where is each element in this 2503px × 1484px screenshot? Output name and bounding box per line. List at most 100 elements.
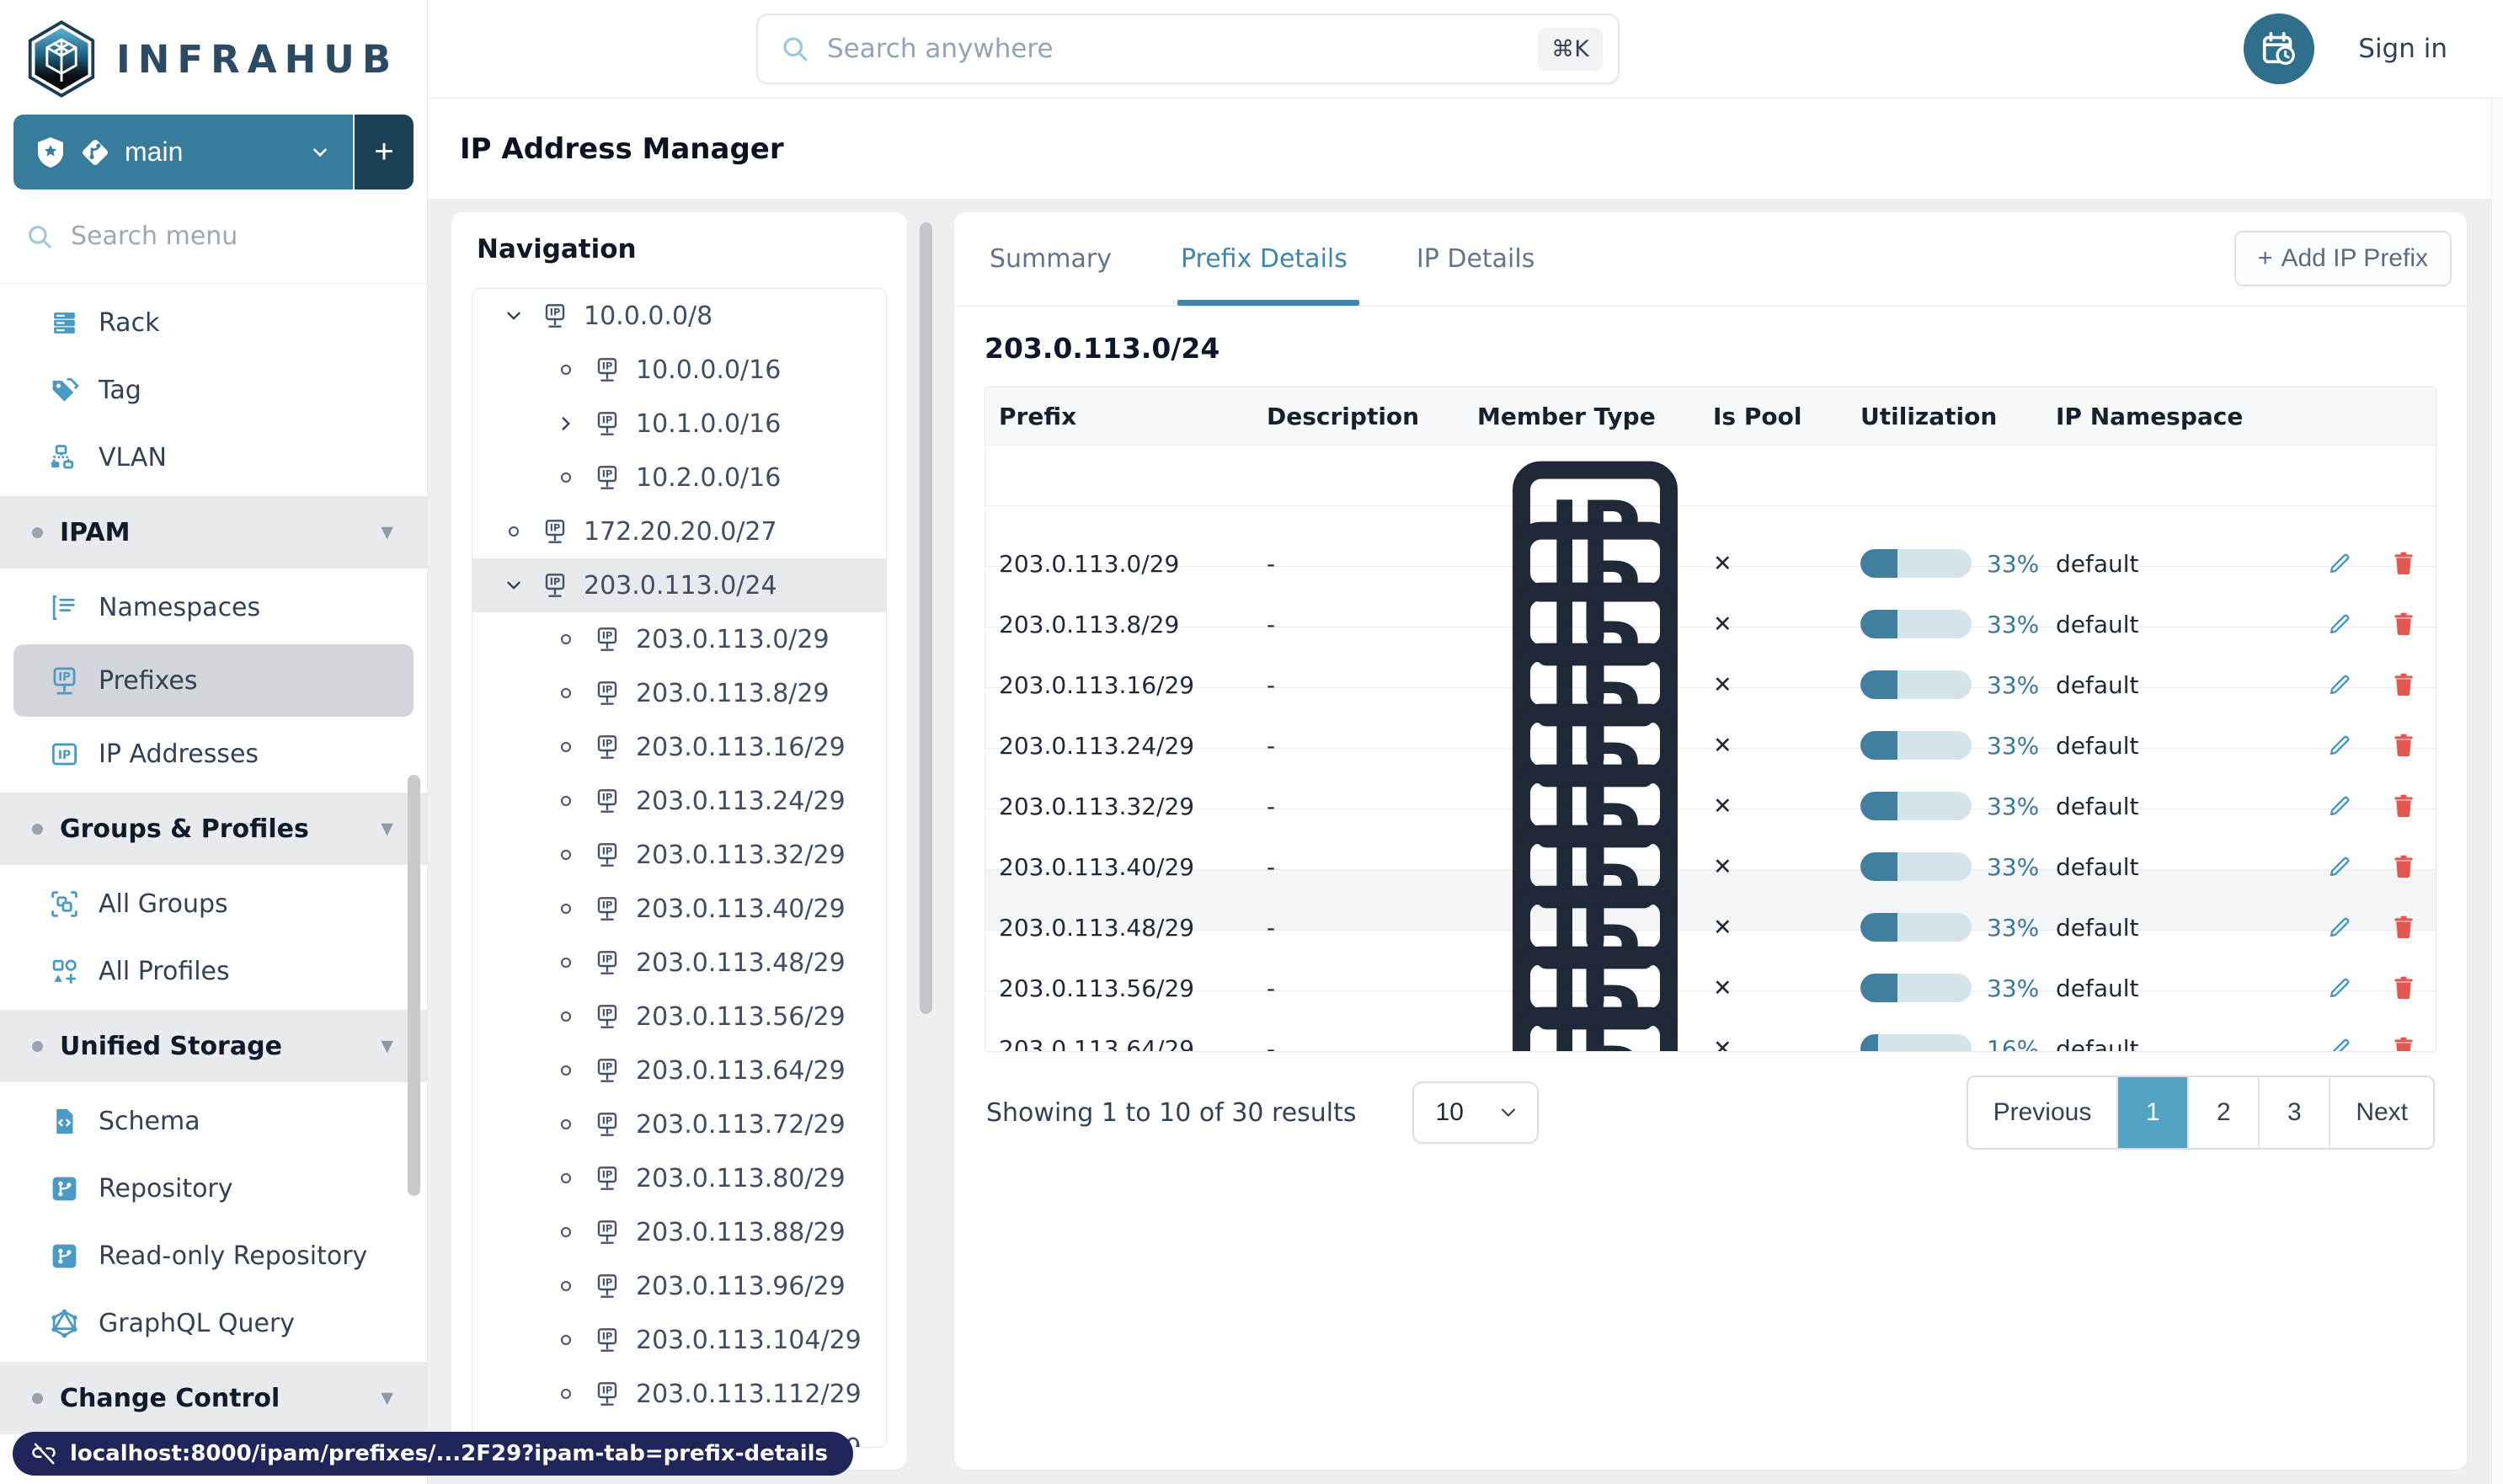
sidebar-search-input[interactable]: Search menu [0,190,427,284]
chevron-down-icon[interactable] [501,574,526,596]
sidebar-item-schema[interactable]: Schema [0,1087,427,1155]
sidebar-item-tag[interactable]: Tag [0,356,427,424]
global-search-input[interactable]: Search anywhere ⌘K [756,13,1620,84]
delete-icon[interactable] [2390,732,2417,759]
edit-icon[interactable] [2326,853,2353,880]
delete-icon[interactable] [2390,671,2417,698]
tree-item-10-0-0-0-8[interactable]: IP 10.0.0.0/8 [472,289,886,343]
sidebar-section-groups-profiles[interactable]: Groups & Profiles ▼ [0,793,427,865]
tree-item-10-2-0-0-16[interactable]: IP 10.2.0.0/16 [472,451,886,504]
tree-item-203-0-113-8-29[interactable]: IP 203.0.113.8/29 [472,666,886,720]
sidebar-item-ip-addresses[interactable]: IP IP Addresses [0,720,427,787]
sidebar-item-namespaces[interactable]: Namespaces [0,574,427,641]
tree-item-203-0-113-72-29[interactable]: IP 203.0.113.72/29 [472,1097,886,1151]
delete-icon[interactable] [2390,974,2417,1001]
tree-item-label: 172.20.20.0/27 [584,516,777,547]
delete-icon[interactable] [2390,611,2417,638]
tree-item-203-0-113-64-29[interactable]: IP 203.0.113.64/29 [472,1044,886,1097]
sidebar-section-change-control[interactable]: Change Control ▼ [0,1362,427,1434]
utilization-percent: 33% [1987,731,2040,760]
tree-item-label: 203.0.113.112/29 [636,1379,862,1409]
delete-icon[interactable] [2390,550,2417,577]
tree-item-203-0-113-80-29[interactable]: IP 203.0.113.80/29 [472,1151,886,1205]
delete-icon[interactable] [2390,853,2417,880]
next-page-button[interactable]: Next [2329,1077,2433,1148]
page-button-2[interactable]: 2 [2187,1077,2259,1148]
edit-icon[interactable] [2326,793,2353,819]
tree-item-203-0-113-0-29[interactable]: IP 203.0.113.0/29 [472,612,886,666]
delete-icon[interactable] [2390,1035,2417,1052]
rack-icon [49,307,80,339]
navigation-scrollbar-thumb[interactable] [920,222,932,1014]
delete-icon[interactable] [2390,914,2417,941]
sidebar-section-unified-storage[interactable]: Unified Storage ▼ [0,1010,427,1082]
page-button-1[interactable]: 1 [2116,1077,2188,1148]
edit-icon[interactable] [2326,1035,2353,1052]
page-button-3[interactable]: 3 [2258,1077,2330,1148]
tree-item-203-0-113-0-24[interactable]: IP 203.0.113.0/24 [472,558,886,612]
sidebar-item-label: GraphQL Query [99,1308,296,1338]
previous-page-button[interactable]: Previous [1967,1077,2117,1148]
sidebar-item-read-only-repository[interactable]: Read-only Repository [0,1222,427,1289]
edit-icon[interactable] [2326,974,2353,1001]
chevron-down-icon[interactable] [501,305,526,327]
tree-item-203-0-113-104-29[interactable]: IP 203.0.113.104/29 [472,1313,886,1367]
schedule-avatar-button[interactable] [2244,13,2315,84]
tab-summary[interactable]: Summary [990,212,1112,306]
branch-selector[interactable]: main [13,115,353,190]
utilization-bar [1860,852,1972,881]
tree-item-172-20-20-0-27[interactable]: IP 172.20.20.0/27 [472,504,886,558]
sign-in-link[interactable]: Sign in [2358,34,2447,64]
edit-icon[interactable] [2326,550,2353,577]
edit-icon[interactable] [2326,732,2353,759]
cell-description: - [1267,549,1276,578]
tab-prefix-details[interactable]: Prefix Details [1177,212,1359,306]
svg-text:IP: IP [1549,1030,1641,1053]
tree-item-203-0-113-40-29[interactable]: IP 203.0.113.40/29 [472,882,886,936]
edit-icon[interactable] [2326,914,2353,941]
sidebar-item-all-profiles[interactable]: All Profiles [0,937,427,1005]
sidebar-section-ipam[interactable]: IPAM ▼ [0,496,427,569]
tree-item-label: 203.0.113.96/29 [636,1271,846,1301]
sidebar-item-rack[interactable]: Rack [0,289,427,356]
table-row-203-0-113-0-29[interactable]: 203.0.113.0/29 - IP ✕ 33% default [985,445,2436,666]
prefix-icon: IP [594,787,621,814]
tree-item-203-0-113-32-29[interactable]: IP 203.0.113.32/29 [472,828,886,882]
tree-item-203-0-113-96-29[interactable]: IP 203.0.113.96/29 [472,1259,886,1313]
page-size-select[interactable]: 10 [1412,1081,1539,1144]
add-ip-prefix-button[interactable]: + Add IP Prefix [2233,231,2452,286]
infrahub-logo[interactable]: INFRAHUB [0,0,427,115]
sidebar-item-graphql-query[interactable]: GraphQL Query [0,1289,427,1357]
utilization-percent: 33% [1987,974,2040,1002]
tree-item-203-0-113-16-29[interactable]: IP 203.0.113.16/29 [472,720,886,774]
page-scrollbar[interactable] [2491,99,2503,1484]
edit-icon[interactable] [2326,611,2353,638]
tree-item-203-0-113-56-29[interactable]: IP 203.0.113.56/29 [472,990,886,1044]
navigation-scrollbar[interactable] [918,212,935,1470]
tree-item-203-0-113-48-29[interactable]: IP 203.0.113.48/29 [472,936,886,990]
tree-item-203-0-113-24-29[interactable]: IP 203.0.113.24/29 [472,774,886,828]
edit-icon[interactable] [2326,671,2353,698]
tab-ip-details[interactable]: IP Details [1417,212,1534,306]
tree-item-203-0-113-112-29[interactable]: IP 203.0.113.112/29 [472,1367,886,1421]
cell-ip-namespace: default [2056,610,2139,638]
sidebar-item-all-groups[interactable]: All Groups [0,870,427,937]
prefix-icon: IP [594,1327,621,1353]
sidebar-item-label: VLAN [99,442,167,472]
sidebar-item-repository[interactable]: Repository [0,1155,427,1222]
cell-utilization: 33% [1860,731,2056,760]
add-branch-button[interactable]: + [353,115,414,190]
sidebar-scrollbar-thumb[interactable] [408,775,420,1196]
chevron-right-icon[interactable] [553,413,579,435]
cell-ip-namespace: default [2056,670,2139,699]
delete-icon[interactable] [2390,793,2417,819]
brand-name: INFRAHUB [116,36,399,82]
tree-item-203-0-113-88-29[interactable]: IP 203.0.113.88/29 [472,1205,886,1259]
sidebar-item-prefixes[interactable]: IP Prefixes [13,644,414,717]
chevron-down-icon: ▼ [381,1037,393,1055]
tree-item-10-0-0-0-16[interactable]: IP 10.0.0.0/16 [472,343,886,397]
tree-item-10-1-0-0-16[interactable]: IP 10.1.0.0/16 [472,397,886,451]
leaf-bullet [561,904,571,914]
sidebar-item-vlan[interactable]: VLAN [0,424,427,491]
section-bullet [32,526,43,538]
